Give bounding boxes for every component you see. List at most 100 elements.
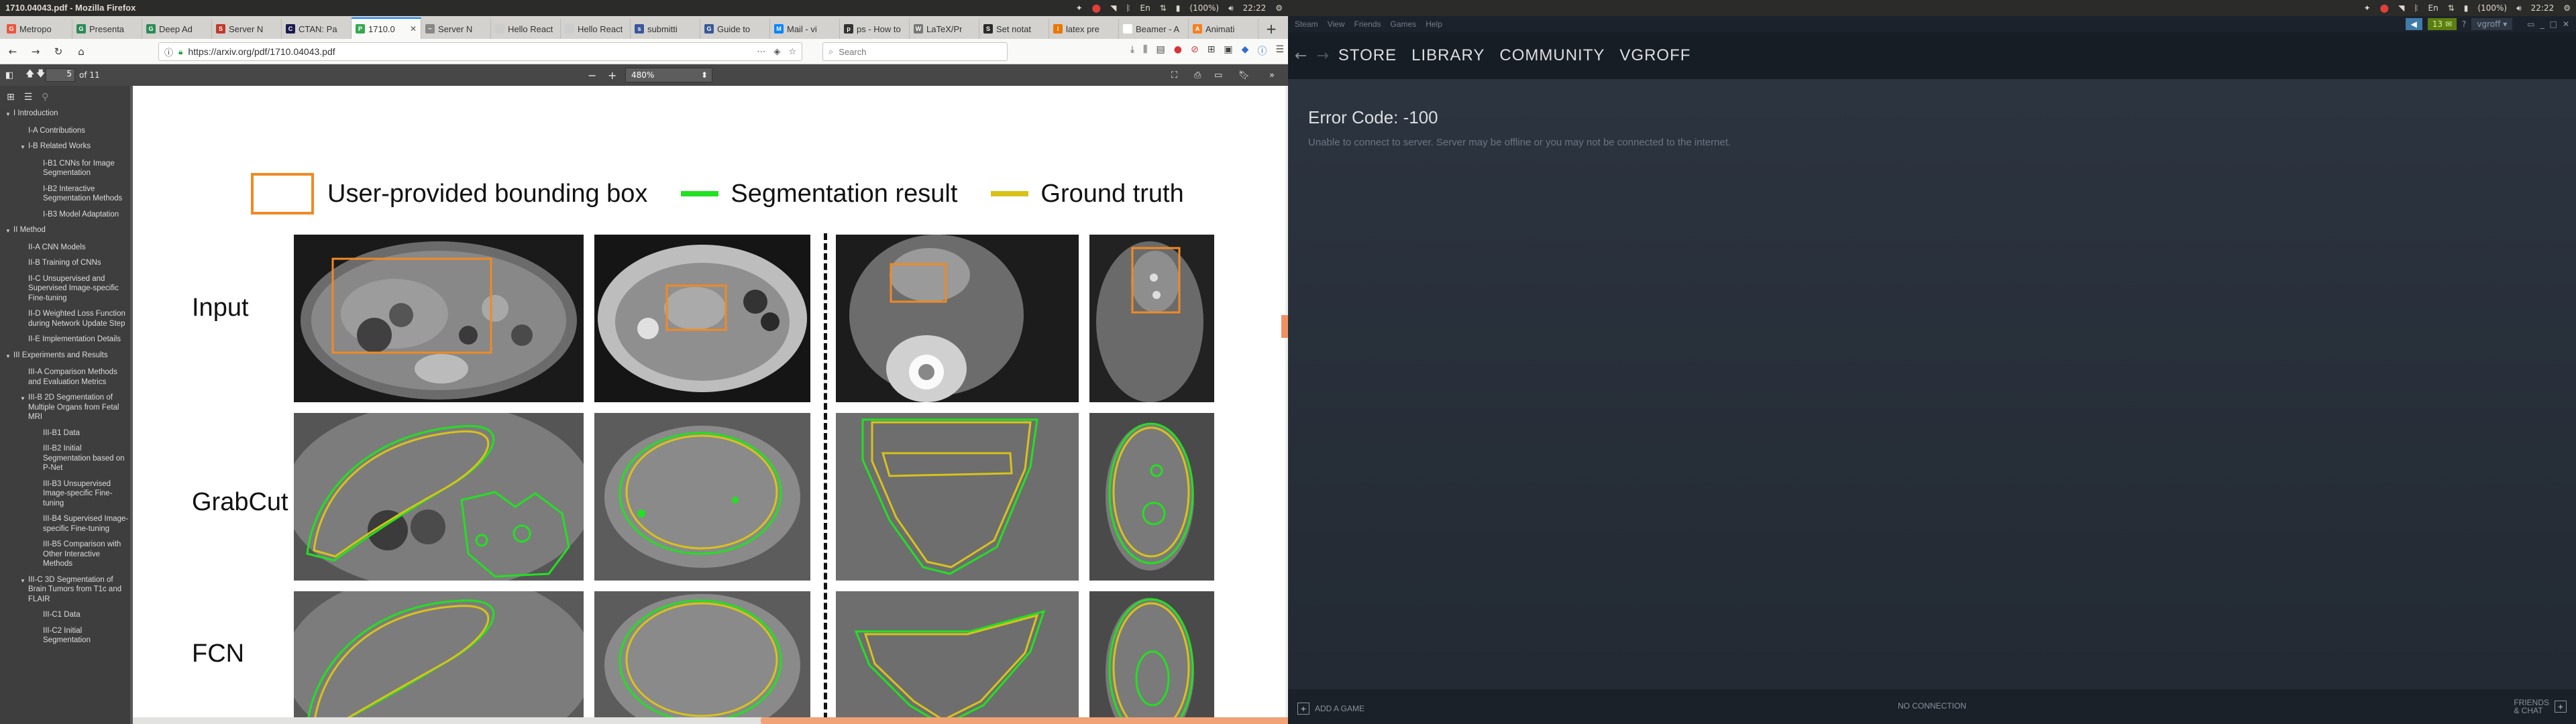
reload-button[interactable]: ↻: [50, 43, 67, 60]
clock[interactable]: 22:22: [2531, 3, 2555, 13]
zoom-out-button[interactable]: −: [588, 67, 596, 83]
browser-tab[interactable]: G Deep Ad: [142, 19, 212, 39]
outline-item[interactable]: I-B2 Interactive Segmentation Methods: [0, 184, 129, 204]
sidebar-toggle-icon[interactable]: ▤: [1157, 44, 1165, 58]
battery-percent[interactable]: (100%): [2477, 3, 2507, 13]
menu-hamburger-icon[interactable]: ☰: [1275, 44, 1284, 58]
outline-item[interactable]: ▼ I Introduction: [0, 109, 129, 120]
outline-item[interactable]: II-A CNN Models: [0, 243, 129, 253]
outline-item[interactable]: I-A Contributions: [0, 126, 129, 136]
outline-toggle-icon[interactable]: [20, 335, 28, 345]
browser-tab[interactable]: l latex pre: [1049, 19, 1119, 39]
browser-tab[interactable]: W LaTeX/Pr: [910, 19, 979, 39]
browser-tab[interactable]: G Guide to: [700, 19, 770, 39]
outline-item[interactable]: ▼ III-B 2D Segmentation of Multiple Organ…: [0, 393, 129, 422]
outline-item[interactable]: III-B2 Initial Segmentation based on P-N…: [0, 444, 129, 473]
url-bar[interactable]: ⓘ 🔒︎ https://arxiv.org/pdf/1710.04043.pd…: [158, 42, 802, 61]
page-info-icon[interactable]: ⓘ: [164, 46, 173, 58]
outline-item[interactable]: II-C Unsupervised and Supervised Image-s…: [0, 274, 129, 304]
steam-menu-item[interactable]: Help: [1426, 19, 1442, 29]
browser-tab[interactable]: A Animati: [1189, 19, 1258, 39]
zoom-select[interactable]: 480%: [631, 70, 654, 80]
outline-toggle-icon[interactable]: [20, 367, 28, 387]
keyboard-layout-icon[interactable]: En: [2428, 3, 2438, 13]
wifi-icon[interactable]: ◥: [1110, 3, 1116, 13]
extension-box-icon[interactable]: ▣: [1224, 44, 1232, 58]
extension-grid-icon[interactable]: ⊞: [1208, 44, 1216, 58]
maximize-icon[interactable]: □: [2550, 19, 2557, 29]
account-menu[interactable]: vgroff ▾: [2471, 18, 2513, 30]
search-input[interactable]: [839, 46, 987, 57]
help-icon[interactable]: ?: [2462, 19, 2466, 29]
extension-blocker-icon[interactable]: ⊘: [1191, 44, 1199, 58]
outline-toggle-icon[interactable]: ▼: [20, 141, 28, 153]
outline-toggle-icon[interactable]: [35, 610, 43, 620]
announcement-button[interactable]: ◀: [2405, 18, 2422, 30]
outline-toggle-icon[interactable]: [35, 444, 43, 473]
horizontal-scrollbar[interactable]: [133, 717, 1288, 724]
outline-item[interactable]: III-B4 Supervised Image-specific Fine-tu…: [0, 514, 129, 534]
steam-menu-item[interactable]: Friends: [1354, 19, 1381, 29]
outline-item[interactable]: II-D Weighted Loss Function during Netwo…: [0, 309, 129, 328]
browser-tab[interactable]: Hello React: [561, 19, 631, 39]
zoom-dropdown-icon[interactable]: ⬍: [701, 70, 708, 80]
browser-tab[interactable]: P 1710.0 ✕: [352, 17, 421, 39]
browser-tab[interactable]: ~ Server N: [421, 19, 491, 39]
extension-info-icon[interactable]: ⓘ: [1257, 44, 1267, 58]
outline-toggle-icon[interactable]: ▼: [20, 393, 28, 422]
forward-button[interactable]: →: [27, 43, 44, 60]
update-icon[interactable]: ⬤: [2380, 3, 2389, 13]
outline-toggle-icon[interactable]: [35, 210, 43, 220]
browser-tab[interactable]: s submitti: [631, 19, 700, 39]
browser-tab[interactable]: S Set notat: [979, 19, 1049, 39]
outline-toggle-icon[interactable]: [35, 626, 43, 646]
search-bar[interactable]: ⌕: [822, 42, 1008, 61]
outline-toggle-icon[interactable]: ▼: [5, 109, 13, 120]
tab-close-icon[interactable]: ✕: [410, 24, 417, 34]
steam-menu-item[interactable]: View: [1328, 19, 1345, 29]
battery-icon[interactable]: ▮: [1176, 3, 1181, 13]
nav-store[interactable]: STORE: [1338, 46, 1397, 65]
outline-item[interactable]: ▼ III-C 3D Segmentation of Brain Tumors f…: [0, 575, 129, 605]
outline-item[interactable]: III-A Comparison Methods and Evaluation …: [0, 367, 129, 387]
outline-toggle-icon[interactable]: [35, 514, 43, 534]
friends-chat-button[interactable]: FRIENDS & CHAT +: [2514, 699, 2567, 715]
nav-library[interactable]: LIBRARY: [1411, 46, 1485, 65]
bookmark-star-icon[interactable]: ☆: [788, 47, 796, 57]
browser-tab[interactable]: p ps - How to: [840, 19, 910, 39]
update-icon[interactable]: ⬤: [1092, 3, 1101, 13]
outline-item[interactable]: III-C1 Data: [0, 610, 129, 620]
outline-item[interactable]: ▼ II Method: [0, 225, 129, 237]
outline-toggle-icon[interactable]: ▼: [5, 225, 13, 237]
extension-red-icon[interactable]: ●: [1174, 44, 1182, 58]
network-icon[interactable]: ⇅: [1160, 3, 1167, 13]
back-arrow-icon[interactable]: ←: [1295, 48, 1307, 64]
big-picture-icon[interactable]: ▭: [2527, 19, 2534, 29]
downloads-icon[interactable]: ⤓: [1130, 44, 1134, 58]
horizontal-scrollbar-thumb[interactable]: [761, 717, 1288, 724]
sidebar-toggle-button[interactable]: ◧: [5, 67, 13, 83]
bluetooth-icon[interactable]: ᛒ: [1126, 3, 1130, 13]
forward-arrow-icon[interactable]: →: [1316, 48, 1328, 64]
pocket-icon[interactable]: ◈: [773, 47, 780, 57]
new-tab-button[interactable]: +: [1261, 19, 1281, 39]
browser-tab[interactable]: M Mail - vi: [770, 19, 840, 39]
browser-tab[interactable]: C CTAN: Pa: [282, 19, 352, 39]
browser-tab[interactable]: Hello React: [491, 19, 561, 39]
browser-tab[interactable]: S Server N: [212, 19, 282, 39]
outline-toggle-icon[interactable]: [35, 159, 43, 178]
settings-gear-icon[interactable]: ⚙: [1275, 3, 1283, 13]
battery-icon[interactable]: ▮: [2464, 3, 2469, 13]
outline-item[interactable]: ▼ I-B Related Works: [0, 141, 129, 153]
keyboard-layout-icon[interactable]: En: [1140, 3, 1150, 13]
minimize-icon[interactable]: _: [2540, 19, 2544, 29]
page-number-input[interactable]: 5: [46, 68, 75, 82]
download-pdf-icon[interactable]: ▭: [1214, 67, 1222, 83]
previous-page-button[interactable]: 🡅: [25, 67, 34, 83]
thumbnails-view-icon[interactable]: ⊞: [7, 92, 15, 103]
outline-item[interactable]: I-B3 Model Adaptation: [0, 210, 129, 220]
close-icon[interactable]: ✕: [2563, 19, 2569, 29]
vertical-scrollbar-thumb[interactable]: [1281, 315, 1288, 338]
outline-toggle-icon[interactable]: [20, 258, 28, 268]
outline-item[interactable]: III-B3 Unsupervised Image-specific Fine-…: [0, 479, 129, 509]
